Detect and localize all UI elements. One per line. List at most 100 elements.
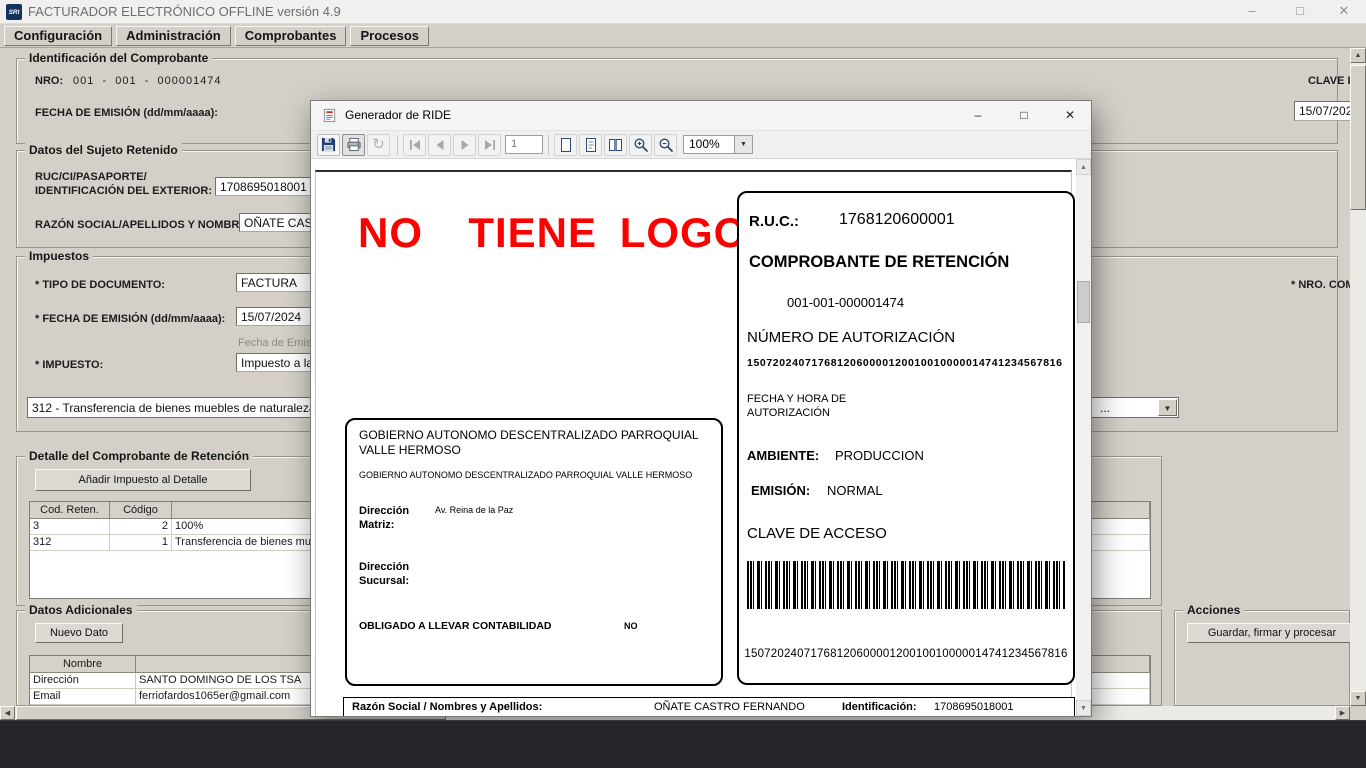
zoom-level-input[interactable]: 100% [683,135,735,154]
page-number-input[interactable]: 1 [505,135,543,154]
clave-acceso-label: CLAVE DE A [1308,75,1350,87]
dialog-maximize-button[interactable]: □ [1002,101,1046,130]
emitter-info-box: GOBIERNO AUTONOMO DESCENTRALIZADO PARROQ… [345,418,723,686]
emision-label: EMISIÓN: [751,483,810,498]
zoom-out-button[interactable] [654,134,677,156]
anadir-impuesto-button[interactable]: Añadir Impuesto al Detalle [35,469,251,491]
layout-single-page-icon[interactable] [554,134,577,156]
razon-social-label: RAZÓN SOCIAL/APELLIDOS Y NOMBRES: [35,219,258,231]
preview-scroll-up-icon[interactable]: ▲ [1076,159,1091,175]
fecha-autorizacion-label-1: FECHA Y HORA DE [747,393,846,405]
dialog-close-button[interactable]: ✕ [1048,101,1092,130]
retention-info-box: R.U.C.: 1768120600001 COMPROBANTE DE RET… [737,191,1075,685]
detalle-cell: 2 [110,519,172,534]
impuesto-label: * IMPUESTO: [35,359,103,371]
next-page-button[interactable] [453,134,476,156]
no-logo-text: NO TIENE LOGO [358,209,747,257]
ride-preview: NO TIENE LOGO R.U.C.: 1768120600001 COMP… [311,159,1091,716]
group-acciones-legend: Acciones [1183,603,1244,617]
emitter-nombre-comercial: GOBIERNO AUTONOMO DESCENTRALIZADO PARROQ… [359,470,692,480]
screen: SRI FACTURADOR ELECTRÓNICO OFFLINE versi… [0,0,1366,768]
group-sujeto-legend: Datos del Sujeto Retenido [25,143,182,157]
footer-id-value: 1708695018001 [934,701,1014,713]
preview-scrollbar: ▲ ▼ [1076,159,1091,716]
footer-razon-label: Razón Social / Nombres y Apellidos: [352,701,542,713]
fecha-emision-imp-label: * FECHA DE EMISIÓN (dd/mm/aaaa): [35,313,225,325]
ride-dialog-titlebar: Generador de RIDE – □ ✕ [311,101,1091,131]
nro-comprobante-label: * NRO. COMPROB [1291,279,1350,291]
main-vertical-scrollbar: ▲ ▼ [1350,48,1366,706]
fecha-emision-right-field[interactable]: 15/07/2024 [1294,101,1350,121]
save-report-button[interactable] [317,134,340,156]
menu-procesos[interactable]: Procesos [350,26,429,46]
direccion-matriz-value: Av. Reina de la Paz [435,505,513,515]
vertical-scroll-thumb[interactable] [1350,65,1366,210]
menu-comprobantes[interactable]: Comprobantes [235,26,347,46]
scroll-left-icon[interactable]: ◀ [0,706,15,720]
comprobante-title: COMPROBANTE DE RETENCIÓN [749,253,1009,272]
zoom-in-button[interactable] [629,134,652,156]
ride-dialog-icon [322,108,337,128]
menu-configuracion[interactable]: Configuración [4,26,112,46]
preview-scroll-thumb[interactable] [1077,281,1090,323]
close-button[interactable]: ✕ [1322,0,1366,23]
print-button[interactable] [342,134,365,156]
previous-page-button[interactable] [428,134,451,156]
detalle-header-codigo: Código [110,502,172,518]
footer-razon-value: OÑATE CASTRO FERNANDO [654,701,805,713]
zoom-dropdown-arrow-icon[interactable]: ▼ [735,135,753,154]
scroll-up-icon[interactable]: ▲ [1350,48,1366,63]
group-identificacion-legend: Identificación del Comprobante [25,51,212,65]
minimize-button[interactable]: – [1230,0,1274,23]
first-page-button[interactable] [403,134,426,156]
direccion-sucursal-label-2: Sucursal: [359,575,409,587]
codigo-retencion-ellipsis: ... [1100,401,1110,415]
footer-id-label: Identificación: [842,701,917,713]
toolbar-separator [548,135,549,155]
document-footer-row: Razón Social / Nombres y Apellidos: OÑAT… [343,697,1075,716]
contabilidad-value: NO [624,621,638,631]
direccion-sucursal-label-1: Dirección [359,561,409,573]
detalle-cell: 1 [110,535,172,550]
scroll-down-icon[interactable]: ▼ [1350,691,1366,706]
refresh-button[interactable]: ↻ [367,134,390,156]
direccion-matriz-label-2: Matriz: [359,519,394,531]
layout-facing-pages-icon[interactable] [604,134,627,156]
detalle-cell: 312 [30,535,110,550]
clave-acceso-doc-label: CLAVE DE ACCESO [747,525,887,542]
preview-scroll-down-icon[interactable]: ▼ [1076,700,1091,716]
barcode [747,561,1065,609]
ruc-label-line1: RUC/CI/PASAPORTE/ [35,171,147,183]
ride-dialog-window: Generador de RIDE – □ ✕ ↻ [310,100,1092,717]
group-impuestos-legend: Impuestos [25,249,93,263]
nro-value: 001 - 001 - 000001474 [73,75,222,87]
detalle-header-cod-reten: Cod. Reten. [30,502,110,518]
layout-text-view-icon[interactable] [579,134,602,156]
ruc-doc-label: R.U.C.: [749,213,799,230]
contabilidad-label: OBLIGADO A LLEVAR CONTABILIDAD [359,620,552,632]
last-page-button[interactable] [478,134,501,156]
scroll-right-icon[interactable]: ▶ [1335,706,1350,720]
ruc-doc-value: 1768120600001 [839,211,955,229]
codigo-retencion-value: 312 - Transferencia de bienes muebles de… [32,401,336,415]
nuevo-dato-button[interactable]: Nuevo Dato [35,623,123,643]
menu-administracion[interactable]: Administración [116,26,231,46]
nro-label: NRO: [35,75,63,87]
numero-autorizacion-label: NÚMERO DE AUTORIZACIÓN [747,329,955,346]
scrollbar-corner [1350,706,1366,720]
ride-dialog-title: Generador de RIDE [345,101,451,130]
taskbar: 1 24°C Mayorm. nublado Búsqueda T X [0,720,1366,768]
clave-acceso-doc-value: 1507202407176812060000120010010000014741… [739,648,1073,660]
group-detalle-legend: Detalle del Comprobante de Retención [25,449,253,463]
fecha-emision-hint: Fecha de Emis [238,337,311,349]
adicionales-cell: Email [30,689,136,704]
ride-toolbar: ↻ 1 [311,131,1091,159]
fecha-autorizacion-label-2: AUTORIZACIÓN [747,407,830,419]
guardar-firmar-procesar-button[interactable]: Guardar, firmar y procesar [1187,623,1350,643]
toolbar-separator [397,135,398,155]
sri-app-icon: SRI [6,4,22,20]
maximize-button[interactable]: □ [1278,0,1322,23]
codigo-retencion-dropdown-arrow-icon[interactable]: ▼ [1158,399,1177,416]
dialog-minimize-button[interactable]: – [956,101,1000,130]
ruc-label-line2: IDENTIFICACIÓN DEL EXTERIOR: [35,185,212,197]
